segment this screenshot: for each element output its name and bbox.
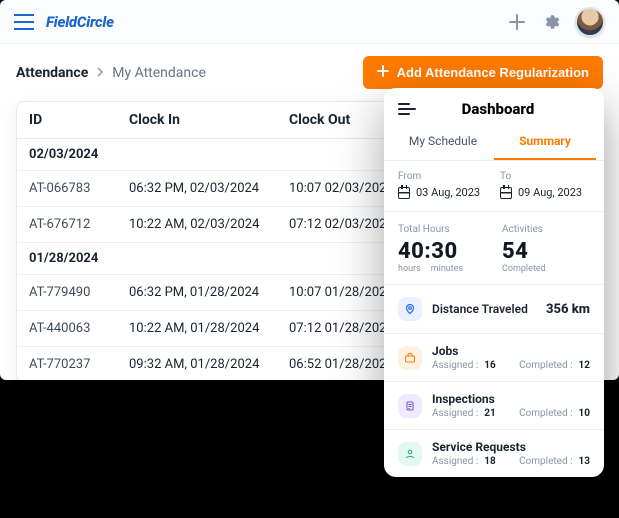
plus-icon[interactable]: [507, 12, 527, 32]
header-left: FieldCircle: [14, 13, 114, 31]
category-row-service-requests[interactable]: Service Requests Assigned : 18 Completed…: [384, 430, 604, 477]
cell-id: AT-676712: [29, 217, 129, 232]
cell-clock-in: 06:32 PM, 01/28/2024: [129, 285, 289, 300]
tab-summary[interactable]: Summary: [494, 124, 596, 160]
add-attendance-regularization-button[interactable]: Add Attendance Regularization: [363, 56, 603, 89]
col-id: ID: [29, 112, 129, 128]
assigned-label: Assigned :: [432, 360, 478, 371]
category-row-jobs[interactable]: Jobs Assigned : 16 Completed : 12: [384, 334, 604, 382]
panel-header: Dashboard: [384, 88, 604, 124]
panel-title: Dashboard: [406, 100, 590, 118]
cell-clock-in: 10:22 AM, 02/03/2024: [129, 217, 289, 232]
stat-activities-label: Activities: [502, 224, 590, 235]
category-title: Service Requests: [432, 440, 590, 454]
header-right: [507, 7, 605, 37]
date-from-value: 03 Aug, 2023: [416, 186, 480, 199]
assigned-value: 16: [484, 360, 495, 371]
completed-label: Completed :: [519, 408, 572, 419]
date-from[interactable]: From 03 Aug, 2023: [398, 171, 488, 199]
stat-total-hours: Total Hours 40:30 hours minutes: [398, 224, 486, 274]
assigned-label: Assigned :: [432, 456, 478, 467]
stat-hours-sub: hours: [398, 264, 421, 274]
distance-label: Distance Traveled: [432, 302, 528, 316]
avatar[interactable]: [575, 7, 605, 37]
location-pin-icon: [398, 297, 422, 321]
calendar-icon: [500, 187, 512, 199]
cell-clock-in: 09:32 AM, 01/28/2024: [129, 357, 289, 372]
menu-icon[interactable]: [14, 14, 34, 30]
gear-icon[interactable]: [541, 12, 561, 32]
stat-total-hours-label: Total Hours: [398, 224, 486, 235]
cell-id: AT-066783: [29, 181, 129, 196]
add-button-label: Add Attendance Regularization: [397, 65, 589, 80]
completed-value: 13: [579, 456, 590, 467]
col-clock-in: Clock In: [129, 112, 289, 128]
distance-row: Distance Traveled 356 km: [384, 285, 604, 334]
category-title: Inspections: [432, 392, 590, 406]
stat-activities: Activities 54 Completed: [502, 224, 590, 274]
stat-minutes-sub: minutes: [431, 264, 463, 274]
cell-clock-in: 10:22 AM, 01/28/2024: [129, 321, 289, 336]
stat-activities-value: 54: [502, 239, 590, 264]
assigned-value: 21: [484, 408, 495, 419]
breadcrumb: Attendance My Attendance: [16, 65, 206, 81]
date-to[interactable]: To 09 Aug, 2023: [500, 171, 590, 199]
date-to-label: To: [500, 171, 590, 182]
plus-icon: [377, 65, 389, 80]
panel-tabs: My Schedule Summary: [384, 124, 604, 161]
cell-id: AT-770237: [29, 357, 129, 372]
cell-id: AT-440063: [29, 321, 129, 336]
chevron-right-icon: [96, 65, 104, 81]
date-range: From 03 Aug, 2023 To 09 Aug, 2023: [384, 161, 604, 212]
dashboard-panel: Dashboard My Schedule Summary From 03 Au…: [384, 88, 604, 477]
category-title: Jobs: [432, 344, 590, 358]
breadcrumb-root[interactable]: Attendance: [16, 65, 88, 81]
logo[interactable]: FieldCircle: [46, 13, 114, 31]
distance-value: 356 km: [546, 302, 590, 317]
clipboard-icon: [398, 394, 422, 418]
calendar-icon: [398, 187, 410, 199]
completed-label: Completed :: [519, 456, 572, 467]
completed-label: Completed :: [519, 360, 572, 371]
completed-value: 10: [579, 408, 590, 419]
tab-my-schedule[interactable]: My Schedule: [392, 124, 494, 160]
cell-clock-in: 06:32 PM, 02/03/2024: [129, 181, 289, 196]
category-row-inspections[interactable]: Inspections Assigned : 21 Completed : 10: [384, 382, 604, 430]
completed-value: 12: [579, 360, 590, 371]
assigned-label: Assigned :: [432, 408, 478, 419]
stats-row: Total Hours 40:30 hours minutes Activiti…: [384, 212, 604, 285]
briefcase-icon: [398, 346, 422, 370]
date-from-label: From: [398, 171, 488, 182]
stat-total-hours-value: 40:30: [398, 239, 486, 264]
assigned-value: 18: [484, 456, 495, 467]
date-to-value: 09 Aug, 2023: [518, 186, 582, 199]
app-header: FieldCircle: [0, 0, 619, 44]
stat-activities-sub: Completed: [502, 264, 546, 274]
cell-id: AT-779490: [29, 285, 129, 300]
breadcrumb-leaf[interactable]: My Attendance: [112, 65, 206, 81]
service-icon: [398, 442, 422, 466]
